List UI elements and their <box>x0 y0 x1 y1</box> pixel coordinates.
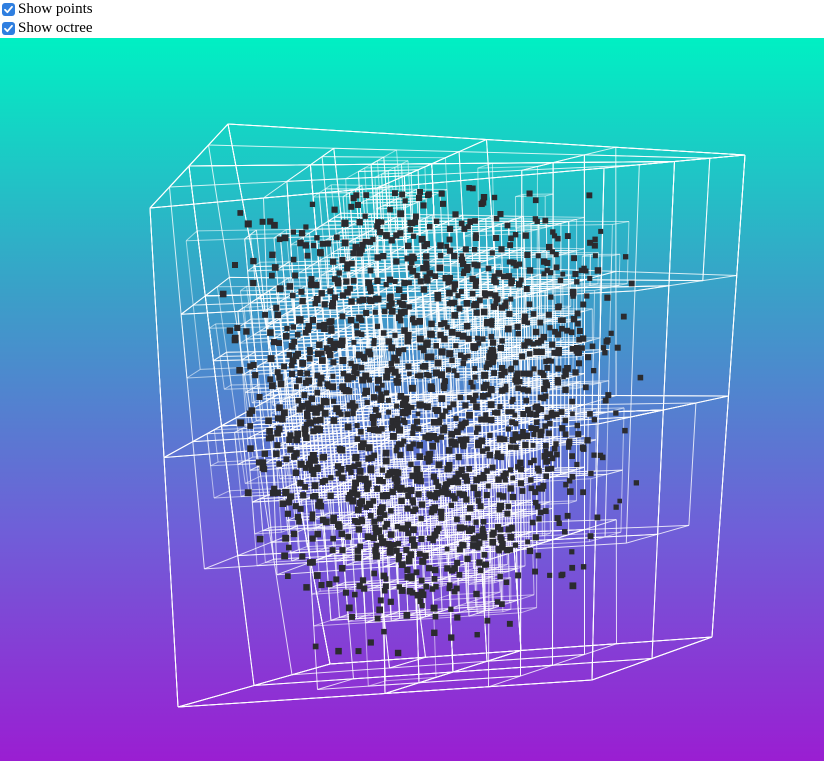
show-points-control[interactable]: Show points <box>2 0 93 19</box>
checkmark-icon <box>4 5 13 14</box>
octree-edge <box>364 166 395 169</box>
octree-edge <box>430 467 458 470</box>
octree-edge <box>259 261 290 263</box>
3d-viewport-canvas[interactable] <box>0 38 824 761</box>
octree-scene[interactable] <box>0 38 824 761</box>
checkmark-icon <box>4 24 13 33</box>
octree-edge <box>286 228 316 231</box>
octree-edge <box>215 322 245 325</box>
show-points-checkbox[interactable] <box>2 3 15 16</box>
octree-edge <box>244 322 274 324</box>
octree-edge <box>394 166 425 168</box>
octree-edge <box>338 231 369 233</box>
octree-edge <box>366 198 397 201</box>
octree-edge <box>252 387 281 389</box>
controls-panel: Show points Show octree <box>0 0 824 38</box>
octree-edge <box>250 233 281 235</box>
octree-edge <box>231 383 260 386</box>
show-octree-label[interactable]: Show octree <box>18 20 93 37</box>
octree-edge <box>384 465 412 468</box>
show-octree-checkbox[interactable] <box>2 22 15 35</box>
octree-edge <box>219 355 249 357</box>
octree-edge <box>209 327 238 329</box>
show-octree-control[interactable]: Show octree <box>2 19 93 38</box>
show-points-label[interactable]: Show points <box>18 1 93 18</box>
